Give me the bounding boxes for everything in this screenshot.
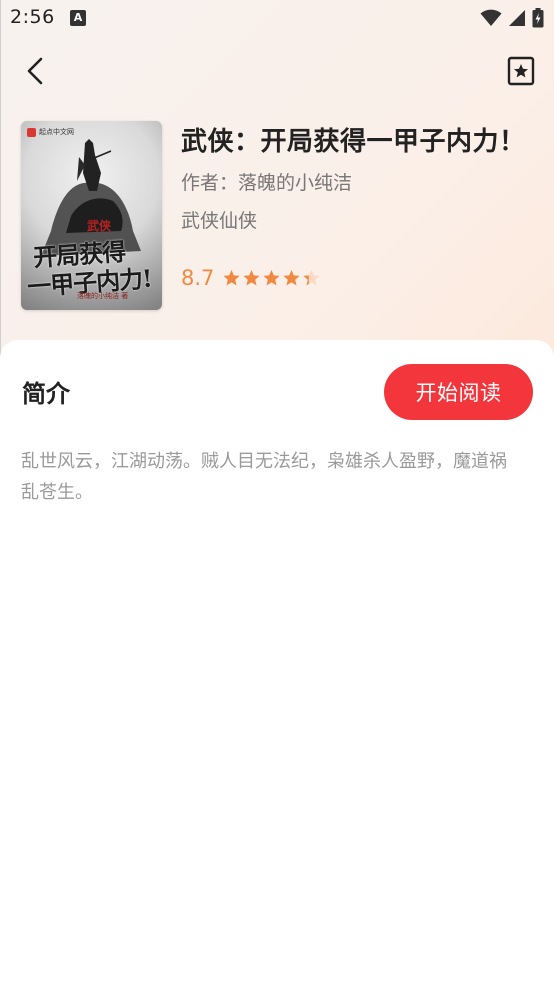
- book-description: 乱世风云，江湖动荡。贼人目无法纪，枭雄杀人盈野，魔道祸乱苍生。: [21, 451, 507, 503]
- wifi-icon: [480, 9, 502, 26]
- author-row: 作者：落魄的小纯洁: [181, 168, 352, 195]
- publisher-logo-icon: [27, 127, 36, 137]
- star-icon: [263, 270, 280, 286]
- book-cover[interactable]: 起点中文网 武侠 开局获得 一甲子内力! 落魄的小纯洁 著: [21, 121, 162, 310]
- star-icon: [223, 270, 240, 286]
- book-genre[interactable]: 武侠仙侠: [181, 206, 257, 233]
- battery-icon: [532, 8, 544, 28]
- rating-row: 8.7: [181, 266, 321, 290]
- bookmark-star-icon: [507, 56, 535, 86]
- cover-publisher-badge: 起点中文网: [27, 127, 74, 137]
- cover-publisher-text: 起点中文网: [39, 128, 74, 136]
- star-icon: [283, 270, 300, 286]
- status-time: 2:56: [10, 6, 55, 28]
- a-icon: A: [70, 10, 86, 26]
- bookmark-button[interactable]: [504, 54, 538, 88]
- star-icon: [243, 270, 260, 286]
- book-header: 起点中文网 武侠 开局获得 一甲子内力! 落魄的小纯洁 著 武侠：开局获得一甲子…: [21, 121, 541, 311]
- chevron-left-icon: [27, 57, 43, 85]
- rating-score: 8.7: [181, 266, 215, 290]
- status-bar: 2:56 A: [0, 0, 554, 36]
- signal-icon: [509, 10, 525, 26]
- top-navigation-bar: [0, 44, 554, 100]
- cover-genre-tag: 武侠: [87, 219, 112, 233]
- book-title: 武侠：开局获得一甲子内力！: [181, 127, 526, 157]
- intro-heading: 简介: [22, 380, 70, 408]
- rating-stars: [222, 269, 321, 287]
- back-button[interactable]: [18, 54, 52, 88]
- author-label: 作者：: [181, 172, 239, 194]
- star-icon: [303, 270, 320, 286]
- start-reading-button[interactable]: 开始阅读: [384, 364, 533, 420]
- cover-author-text: 落魄的小纯洁 著: [77, 292, 129, 300]
- intro-panel: 简介 开始阅读 乱世风云，江湖动荡。贼人目无法纪，枭雄杀人盈野，魔道祸乱苍生。: [0, 340, 554, 986]
- author-name[interactable]: 落魄的小纯洁: [238, 172, 352, 194]
- system-icons: [480, 8, 544, 28]
